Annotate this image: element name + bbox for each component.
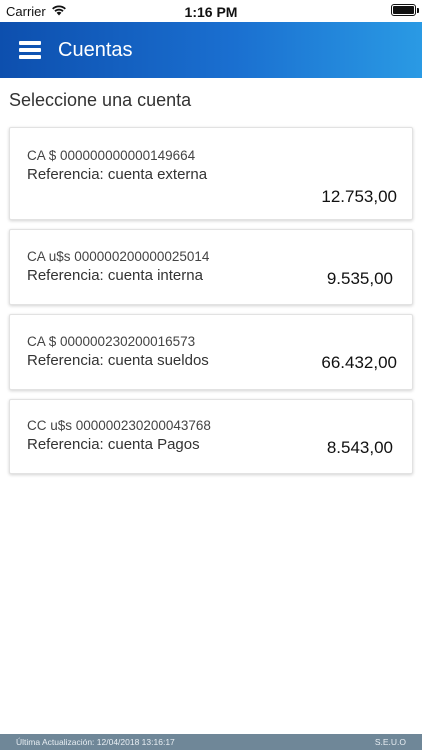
battery-icon [391, 4, 419, 16]
account-reference: Referencia: cuenta Pagos [27, 436, 200, 453]
account-card[interactable]: CA $ 000000000000149664 Referencia: cuen… [9, 127, 413, 220]
account-number: CA $ 000000230200016573 [27, 334, 196, 349]
status-bar: Carrier 1:16 PM [0, 0, 422, 22]
page-title: Cuentas [58, 38, 133, 61]
account-card[interactable]: CA u$s 000000200000025014 Referencia: cu… [9, 229, 413, 305]
account-balance: 8.543,00 [326, 438, 393, 457]
account-card[interactable]: CA $ 000000230200016573 Referencia: cuen… [9, 314, 413, 390]
status-right [391, 4, 419, 16]
menu-button[interactable] [2, 22, 58, 78]
account-balance: 9.535,00 [326, 269, 393, 288]
account-balance: 12.753,00 [321, 187, 397, 206]
brand-text: S.E.U.O [374, 737, 406, 747]
section-title: Seleccione una cuenta [9, 90, 192, 110]
account-number: CA $ 000000000000149664 [27, 148, 196, 163]
last-update-text: Última Actualización: 12/04/2018 13:16:1… [16, 737, 175, 747]
app-bar: Cuentas [0, 22, 422, 78]
account-card[interactable]: CC u$s 000000230200043768 Referencia: cu… [9, 399, 413, 474]
account-number: CA u$s 000000200000025014 [27, 249, 210, 264]
account-reference: Referencia: cuenta interna [27, 267, 203, 284]
footer: Última Actualización: 12/04/2018 13:16:1… [0, 734, 422, 750]
account-reference: Referencia: cuenta externa [27, 166, 208, 183]
account-balance: 66.432,00 [321, 353, 397, 372]
account-number: CC u$s 000000230200043768 [27, 418, 211, 433]
menu-icon [19, 41, 41, 59]
status-time: 1:16 PM [184, 4, 238, 20]
account-reference: Referencia: cuenta sueldos [27, 352, 209, 369]
